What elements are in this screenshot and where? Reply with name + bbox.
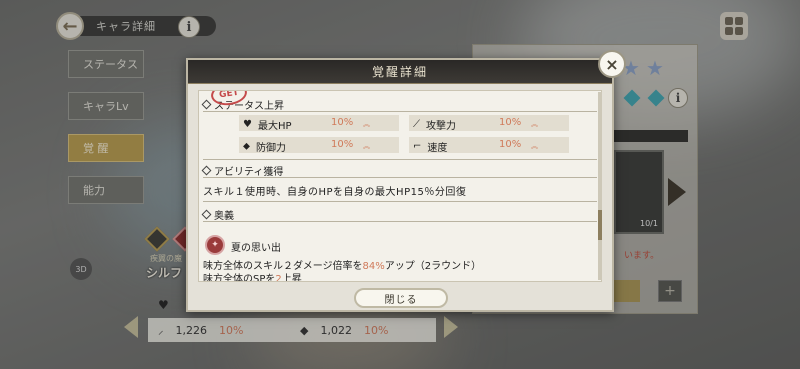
divider	[203, 159, 597, 160]
stat-attack: ⟋ 攻撃力	[413, 119, 456, 132]
divider	[203, 177, 597, 178]
modal-content[interactable]: ステータス上昇 GET ♥ 最大HP 10% ︽ ⟋ 攻撃力 10% ︽ ⬥ 防…	[198, 90, 602, 282]
sword-icon: ⟋	[413, 119, 420, 130]
skill-icon: ✦	[205, 235, 225, 255]
close-button[interactable]: 閉じる	[354, 288, 448, 308]
shield-icon: ⬥	[243, 141, 250, 152]
close-icon[interactable]: ×	[598, 50, 626, 78]
up-arrow-icon: ︽	[531, 142, 538, 150]
skill-description-line: 味方全体のSPを2上昇	[203, 274, 302, 282]
stat-hp: ♥ 最大HP	[243, 119, 292, 132]
stat-percent: 10%	[499, 139, 522, 150]
modal-title: 覚醒詳細	[188, 60, 612, 84]
divider	[203, 201, 597, 202]
diamond-icon	[201, 209, 212, 220]
modal-scrollbar[interactable]	[598, 92, 602, 280]
up-arrow-icon: ︽	[363, 142, 370, 150]
stat-percent: 10%	[331, 139, 354, 150]
divider	[203, 111, 597, 112]
boot-icon: ⌐	[413, 141, 422, 152]
stat-defense: ⬥ 防御力	[243, 141, 286, 154]
stat-speed: ⌐ 速度	[413, 141, 448, 154]
diamond-icon	[201, 99, 212, 110]
awakening-detail-modal: 覚醒詳細 ステータス上昇 GET ♥ 最大HP 10% ︽ ⟋ 攻撃力 10% …	[186, 58, 614, 312]
up-arrow-icon: ︽	[363, 120, 370, 128]
up-arrow-icon: ︽	[531, 120, 538, 128]
scroll-thumb[interactable]	[598, 210, 602, 240]
skill-name: 夏の思い出	[231, 243, 281, 254]
divider	[203, 221, 597, 222]
section-ability: アビリティ獲得	[201, 163, 283, 178]
section-ougi: 奥義	[201, 207, 234, 222]
stat-percent: 10%	[331, 117, 354, 128]
heart-icon: ♥	[243, 119, 252, 130]
diamond-icon	[201, 165, 212, 176]
stat-percent: 10%	[499, 117, 522, 128]
ability-description: スキル１使用時、自身のHPを自身の最大HP15％分回復	[203, 187, 467, 198]
